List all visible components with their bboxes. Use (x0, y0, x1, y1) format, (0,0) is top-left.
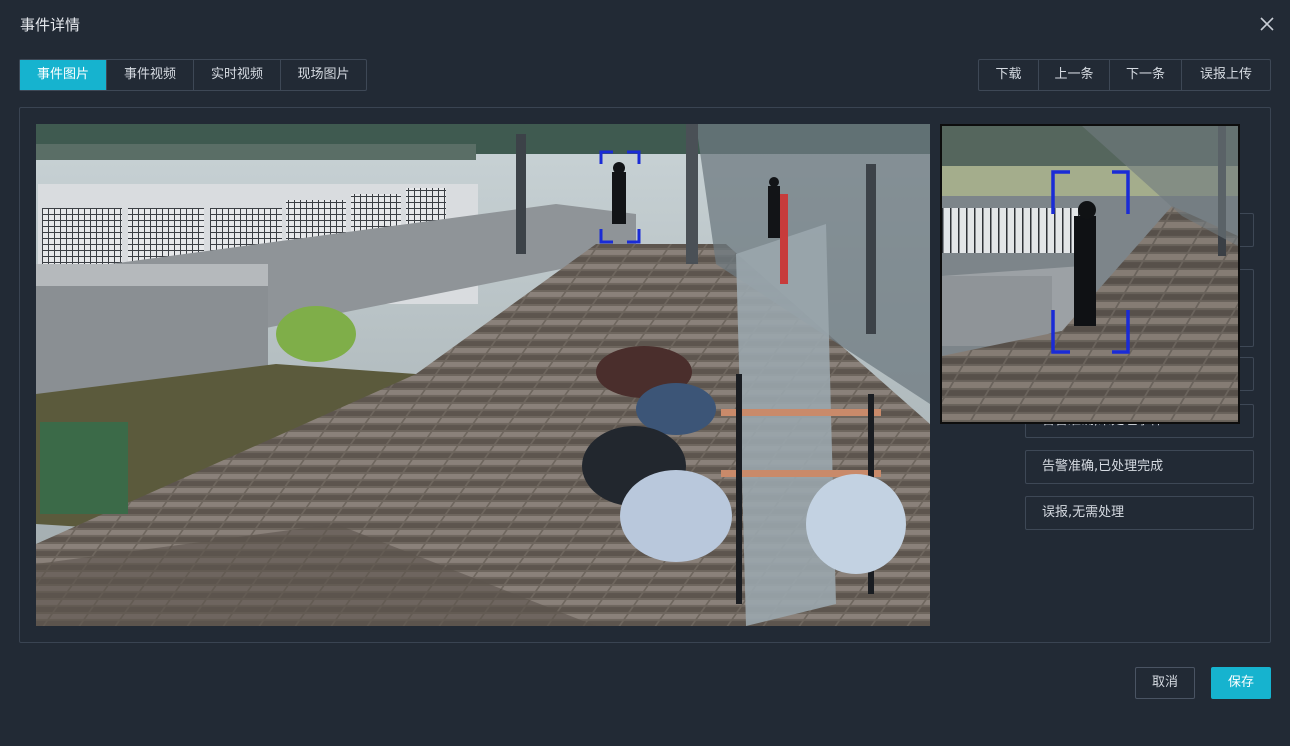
event-image (36, 124, 930, 626)
tab-event-image[interactable]: 事件图片 (20, 60, 107, 90)
tab-live-video[interactable]: 实时视频 (194, 60, 281, 90)
tab-bar: 事件图片 事件视频 实时视频 现场图片 (19, 59, 367, 91)
download-button[interactable]: 下载 (979, 60, 1039, 90)
tab-event-video[interactable]: 事件视频 (107, 60, 194, 90)
previous-button[interactable]: 上一条 (1039, 60, 1110, 90)
option-false-alarm[interactable]: 误报,无需处理 (1025, 496, 1254, 530)
cancel-button[interactable]: 取消 (1135, 667, 1195, 699)
action-bar: 下载 上一条 下一条 误报上传 (978, 59, 1271, 91)
close-icon[interactable] (1257, 14, 1277, 34)
report-false-alarm-button[interactable]: 误报上传 (1182, 60, 1270, 90)
save-button[interactable]: 保存 (1211, 667, 1271, 699)
event-thumbnail (940, 124, 1240, 424)
next-button[interactable]: 下一条 (1110, 60, 1182, 90)
option-accurate-processed[interactable]: 告警准确,已处理完成 (1025, 450, 1254, 484)
tab-scene-image[interactable]: 现场图片 (281, 60, 366, 90)
dialog-title: 事件详情 (20, 16, 81, 34)
